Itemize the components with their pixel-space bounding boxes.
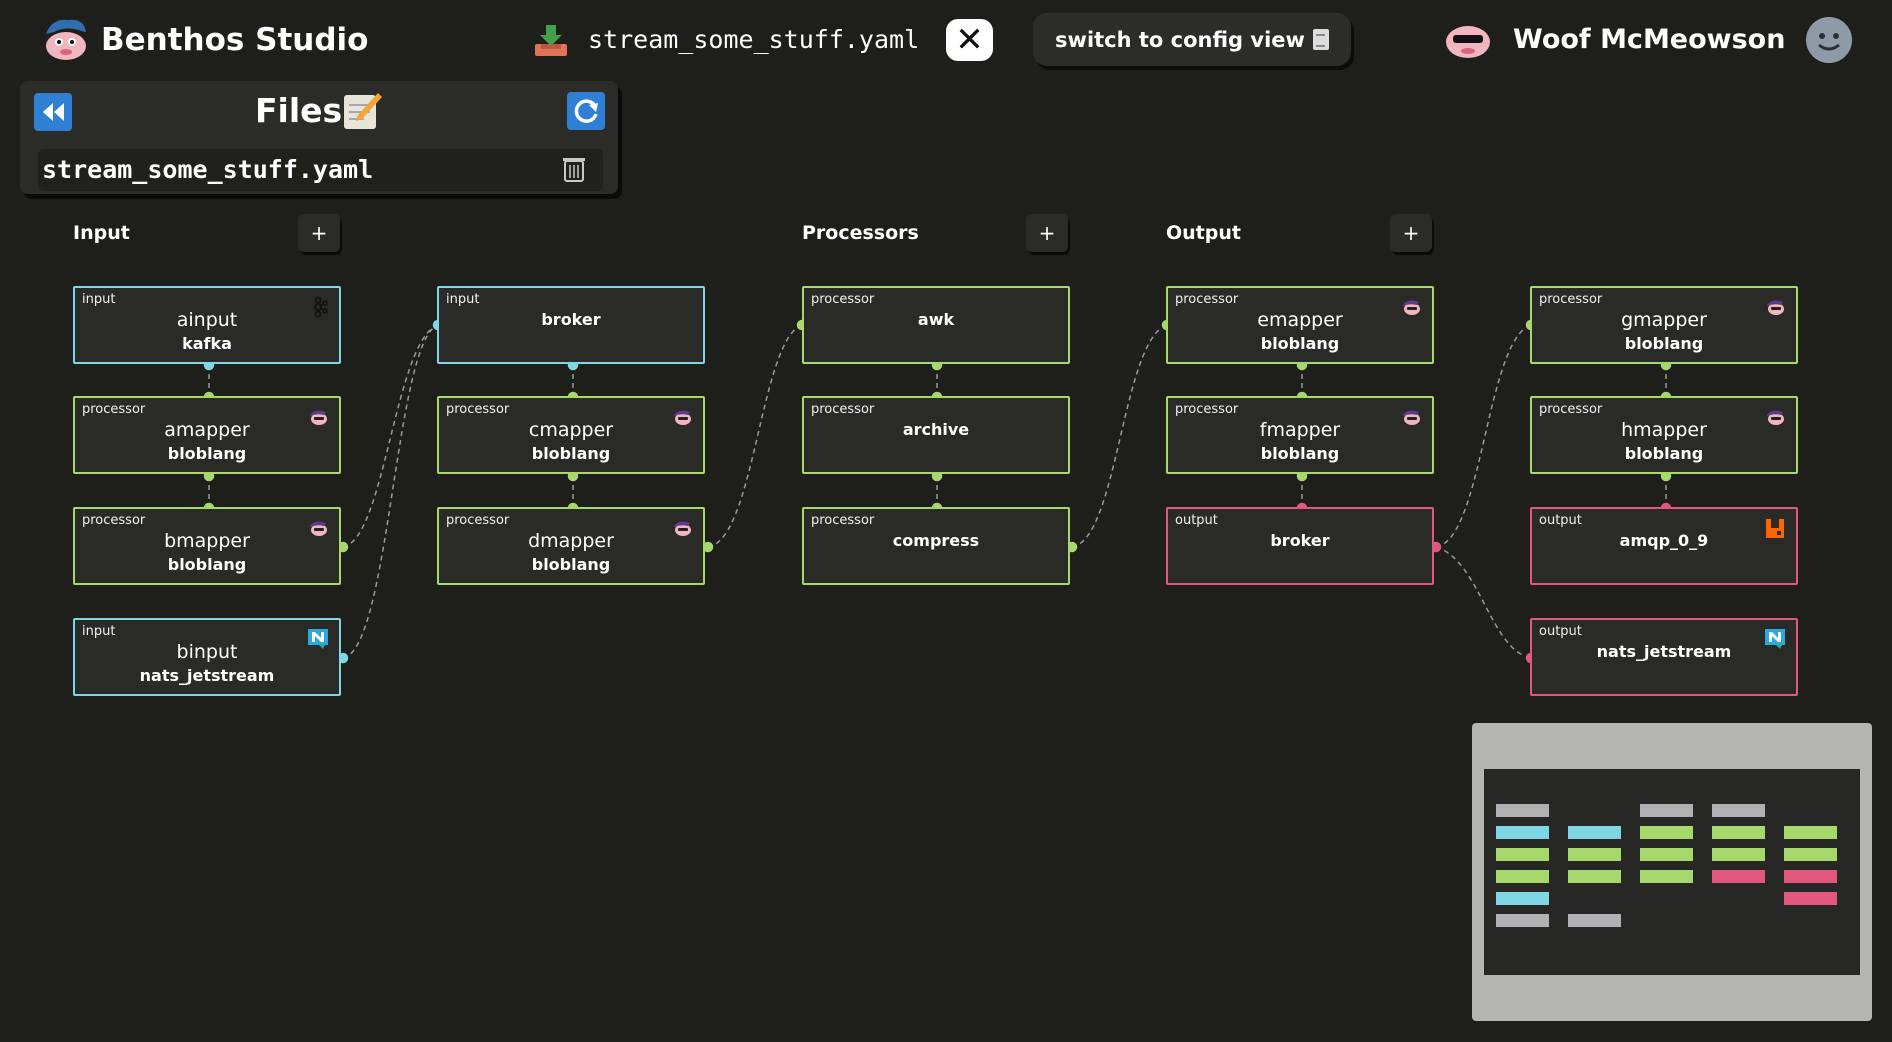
minimap-node [1640, 848, 1693, 861]
node-kind-label: processor [446, 513, 510, 528]
minimap-node [1496, 804, 1549, 817]
minimap-node [1496, 914, 1549, 927]
node-type: amqp_0_9 [1619, 531, 1709, 550]
node-output-broker[interactable]: output broker [1166, 507, 1434, 585]
minimap-node [1784, 892, 1837, 905]
minimap-node [1784, 870, 1837, 883]
node-type: bloblang [167, 444, 247, 463]
minimap-node [1640, 870, 1693, 883]
minimap-node [1496, 870, 1549, 883]
bloblang-icon [1767, 410, 1784, 425]
bloblang-icon [1767, 300, 1784, 315]
node-binput[interactable]: input binput nats_jetstream [73, 618, 341, 696]
minimap-node [1712, 848, 1765, 861]
nats-icon [1765, 629, 1785, 649]
node-amqp[interactable]: output amqp_0_9 [1530, 507, 1798, 585]
node-emapper[interactable]: processor emapper bloblang [1166, 286, 1434, 364]
node-label: bmapper [164, 530, 250, 552]
node-output-nats[interactable]: output nats_jetstream [1530, 618, 1798, 696]
node-type: bloblang [1260, 444, 1340, 463]
node-type: nats_jetstream [1596, 642, 1732, 661]
node-bmapper[interactable]: processor bmapper bloblang [73, 507, 341, 585]
node-kind-label: processor [1539, 292, 1603, 307]
node-type: bloblang [167, 555, 247, 574]
node-label: dmapper [528, 530, 614, 552]
node-kind-label: processor [811, 292, 875, 307]
node-kind-label: output [1539, 513, 1582, 528]
node-kind-label: processor [1539, 402, 1603, 417]
minimap-node [1640, 804, 1693, 817]
minimap-node [1712, 804, 1765, 817]
node-kind-label: processor [82, 402, 146, 417]
node-input-broker[interactable]: input broker [437, 286, 705, 364]
node-kind-label: output [1539, 624, 1582, 639]
node-type: bloblang [531, 555, 611, 574]
node-label: cmapper [528, 419, 614, 441]
node-kind-label: processor [82, 513, 146, 528]
node-label: gmapper [1621, 309, 1707, 331]
node-label: amapper [164, 419, 250, 441]
node-kind-label: input [82, 292, 116, 307]
rabbitmq-icon [1766, 519, 1784, 538]
minimap-viewport[interactable] [1484, 769, 1860, 975]
node-type: kafka [182, 334, 232, 353]
bloblang-icon [1403, 300, 1420, 315]
bloblang-icon [674, 410, 691, 425]
node-kind-label: input [446, 292, 480, 307]
node-type: compress [892, 531, 980, 550]
minimap-node [1496, 826, 1549, 839]
node-label: fmapper [1259, 419, 1341, 441]
node-label: hmapper [1621, 419, 1707, 441]
node-amapper[interactable]: processor amapper bloblang [73, 396, 341, 474]
minimap-node [1496, 892, 1549, 905]
minimap-node [1784, 848, 1837, 861]
bloblang-icon [1403, 410, 1420, 425]
node-kind-label: input [82, 624, 116, 639]
node-gmapper[interactable]: processor gmapper bloblang [1530, 286, 1798, 364]
node-kind-label: processor [811, 513, 875, 528]
node-type: bloblang [531, 444, 611, 463]
minimap-node [1712, 826, 1765, 839]
minimap-node [1640, 826, 1693, 839]
nats-icon [308, 629, 328, 649]
minimap-node [1784, 826, 1837, 839]
kafka-icon [314, 296, 328, 318]
node-kind-label: processor [1175, 402, 1239, 417]
node-fmapper[interactable]: processor fmapper bloblang [1166, 396, 1434, 474]
node-type: nats_jetstream [139, 666, 275, 685]
node-hmapper[interactable]: processor hmapper bloblang [1530, 396, 1798, 474]
node-cmapper[interactable]: processor cmapper bloblang [437, 396, 705, 474]
node-type: archive [902, 420, 970, 439]
node-type: broker [541, 310, 601, 329]
node-label: binput [176, 641, 238, 663]
node-type: bloblang [1260, 334, 1340, 353]
node-ainput[interactable]: input ainput kafka [73, 286, 341, 364]
node-archive[interactable]: processor archive [802, 396, 1070, 474]
node-kind-label: processor [811, 402, 875, 417]
minimap-node [1568, 848, 1621, 861]
minimap-node [1496, 848, 1549, 861]
minimap-node [1568, 870, 1621, 883]
minimap-node [1712, 870, 1765, 883]
node-label: ainput [176, 309, 238, 331]
node-compress[interactable]: processor compress [802, 507, 1070, 585]
node-kind-label: output [1175, 513, 1218, 528]
node-type: bloblang [1624, 444, 1704, 463]
node-awk[interactable]: processor awk [802, 286, 1070, 364]
node-label: emapper [1257, 309, 1343, 331]
bloblang-icon [310, 521, 327, 536]
node-dmapper[interactable]: processor dmapper bloblang [437, 507, 705, 585]
bloblang-icon [674, 521, 691, 536]
node-kind-label: processor [446, 402, 510, 417]
node-type: bloblang [1624, 334, 1704, 353]
node-type: broker [1270, 531, 1330, 550]
minimap-node [1568, 914, 1621, 927]
node-kind-label: processor [1175, 292, 1239, 307]
minimap-node [1568, 826, 1621, 839]
node-type: awk [917, 310, 955, 329]
bloblang-icon [310, 410, 327, 425]
